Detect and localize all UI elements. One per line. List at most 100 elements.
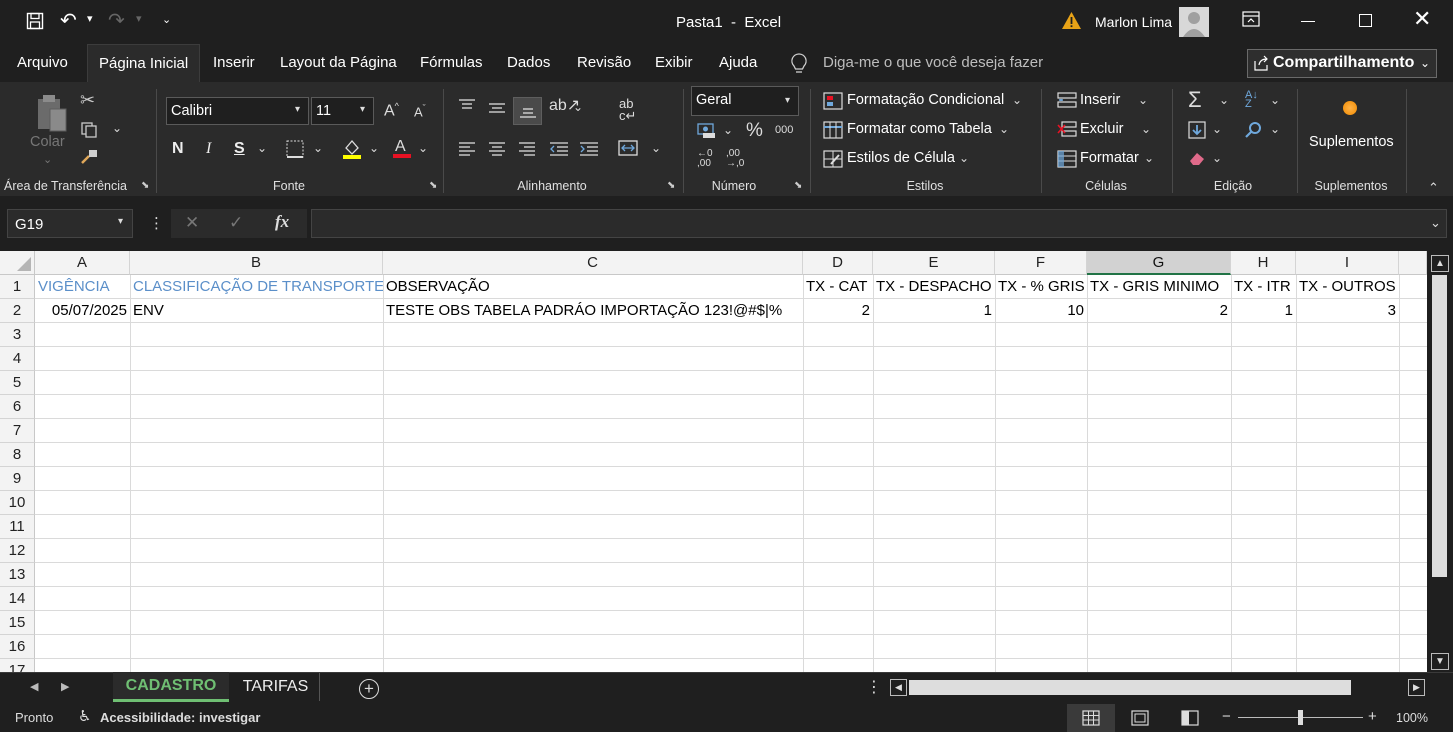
scroll-left-icon[interactable]: ◀ — [890, 679, 907, 696]
share-button[interactable]: Compartilhamento ⌄ — [1247, 49, 1437, 78]
row-header-9[interactable]: 9 — [0, 467, 35, 491]
chevron-down-icon[interactable]: ⌄ — [959, 152, 969, 164]
avatar[interactable] — [1179, 7, 1209, 37]
row-header-1[interactable]: 1 — [0, 275, 35, 299]
conditional-formatting-label[interactable]: Formatação Condicional — [847, 92, 1004, 108]
accounting-dropdown-icon[interactable]: ⌄ — [723, 124, 733, 136]
redo-dropdown-icon[interactable]: ▾ — [136, 14, 142, 25]
clipboard-launcher-icon[interactable]: ⬊ — [141, 181, 149, 191]
tab-formulas[interactable]: Fórmulas — [409, 44, 494, 82]
user-name[interactable]: Marlon Lima — [1095, 14, 1172, 30]
row-header-17[interactable]: 17 — [0, 659, 35, 672]
next-sheet-icon[interactable]: ▶ — [61, 682, 69, 693]
cell-h2[interactable]: 1 — [1231, 299, 1296, 323]
accessibility-status[interactable]: Acessibilidade: investigar — [100, 710, 260, 725]
row-header-8[interactable]: 8 — [0, 443, 35, 467]
row-header-16[interactable]: 16 — [0, 635, 35, 659]
chevron-down-icon[interactable]: ⌄ — [1141, 123, 1151, 135]
cell-b2[interactable]: ENV — [130, 299, 383, 323]
font-name-dropdown[interactable]: Calibri ▾ — [166, 97, 309, 125]
cell-c2[interactable]: TESTE OBS TABELA PADRÁO IMPORTAÇÃO 123!@… — [383, 299, 803, 323]
tab-layout-da-pagina[interactable]: Layout da Página — [269, 44, 408, 82]
cell-e2[interactable]: 1 — [873, 299, 995, 323]
more-options-icon[interactable]: ⋮ — [149, 216, 164, 231]
column-header-g[interactable]: G — [1087, 251, 1231, 275]
tab-inserir[interactable]: Inserir — [202, 44, 266, 82]
row-header-12[interactable]: 12 — [0, 539, 35, 563]
enter-icon[interactable]: ✓ — [229, 214, 243, 231]
comma-style-button[interactable]: 000 — [775, 124, 793, 136]
chevron-down-icon[interactable]: ⌄ — [1012, 94, 1022, 106]
page-break-view-icon[interactable] — [1181, 710, 1199, 729]
sheet-tab-tarifas[interactable]: TARIFAS — [232, 673, 320, 701]
sheet-options-icon[interactable]: ⋮ — [866, 680, 882, 696]
normal-view-button[interactable] — [1067, 704, 1115, 732]
orientation-dropdown-icon[interactable]: ⌄ — [573, 101, 583, 113]
cell-i1[interactable]: TX - OUTROS — [1296, 275, 1399, 299]
chevron-down-icon[interactable]: ⌄ — [999, 123, 1009, 135]
align-bottom-button[interactable] — [513, 97, 542, 125]
delete-cells-icon[interactable] — [1057, 121, 1077, 142]
collapse-ribbon-icon[interactable]: ⌃ — [1428, 181, 1439, 194]
expand-formula-icon[interactable]: ⌄ — [1430, 215, 1441, 231]
align-center-icon[interactable] — [488, 142, 506, 159]
clear-dropdown-icon[interactable]: ⌄ — [1212, 152, 1222, 164]
copy-dropdown-icon[interactable]: ⌄ — [112, 122, 122, 134]
tab-pagina-inicial[interactable]: Página Inicial — [87, 44, 201, 82]
cell-styles-label[interactable]: Estilos de Célula — [847, 150, 955, 166]
previous-sheet-icon[interactable]: ◀ — [30, 682, 38, 693]
font-size-dropdown[interactable]: 11 ▾ — [311, 97, 374, 125]
minimize-icon[interactable] — [1301, 21, 1315, 22]
paste-button[interactable]: Colar ⌄ — [28, 91, 72, 173]
find-select-icon[interactable] — [1245, 121, 1263, 142]
row-header-13[interactable]: 13 — [0, 563, 35, 587]
row-header-7[interactable]: 7 — [0, 419, 35, 443]
zoom-in-icon[interactable]: + — [1368, 709, 1377, 724]
chevron-down-icon[interactable]: ⌄ — [1144, 152, 1154, 164]
tell-me-search[interactable]: Diga-me o que você deseja fazer — [823, 54, 1043, 71]
merge-dropdown-icon[interactable]: ⌄ — [651, 142, 661, 154]
vertical-scrollbar[interactable]: ▲ ▼ — [1427, 251, 1453, 672]
autosum-dropdown-icon[interactable]: ⌄ — [1219, 94, 1229, 106]
tab-revisao[interactable]: Revisão — [566, 44, 642, 82]
align-top-icon[interactable] — [458, 99, 476, 116]
page-layout-view-icon[interactable] — [1131, 710, 1149, 729]
accounting-format-icon[interactable] — [697, 121, 717, 142]
row-header-2[interactable]: 2 — [0, 299, 35, 323]
underline-dropdown-icon[interactable]: ⌄ — [257, 142, 267, 154]
redo-icon[interactable]: ↷ — [108, 11, 125, 31]
row-header-15[interactable]: 15 — [0, 611, 35, 635]
scroll-thumb[interactable] — [1432, 275, 1447, 577]
underline-button[interactable]: S — [234, 140, 245, 158]
alignment-launcher-icon[interactable]: ⬊ — [667, 181, 675, 191]
cell-e1[interactable]: TX - DESPACHO — [873, 275, 995, 299]
sheet-tab-cadastro[interactable]: CADASTRO — [113, 672, 229, 702]
number-launcher-icon[interactable]: ⬊ — [794, 181, 802, 191]
cell-a1[interactable]: VIGÊNCIA — [35, 275, 130, 299]
cell-i2[interactable]: 3 — [1296, 299, 1399, 323]
close-icon[interactable]: ✕ — [1413, 8, 1431, 30]
delete-cells-label[interactable]: Excluir — [1080, 121, 1124, 137]
wrap-text-icon[interactable]: ab c↵ — [619, 97, 636, 122]
cell-a2[interactable]: 05/07/2025 — [35, 299, 130, 323]
borders-dropdown-icon[interactable]: ⌄ — [313, 142, 323, 154]
column-header-j[interactable] — [1399, 251, 1427, 275]
shrink-font-icon[interactable]: Aˇ — [414, 104, 426, 119]
save-icon[interactable] — [26, 12, 44, 33]
horizontal-scrollbar[interactable]: ◀ ▶ — [889, 678, 1427, 698]
italic-button[interactable]: I — [206, 140, 211, 158]
column-header-h[interactable]: H — [1231, 251, 1296, 275]
column-header-e[interactable]: E — [873, 251, 995, 275]
cell-f1[interactable]: TX - % GRIS — [995, 275, 1087, 299]
fill-color-dropdown-icon[interactable]: ⌄ — [369, 142, 379, 154]
tab-exibir[interactable]: Exibir — [644, 44, 704, 82]
zoom-level[interactable]: 100% — [1396, 711, 1428, 725]
align-left-icon[interactable] — [458, 142, 476, 159]
spreadsheet-grid[interactable]: A B C D E F G H I 1 2 3 4 5 6 7 8 9 10 1… — [0, 251, 1427, 672]
fill-icon[interactable] — [1188, 121, 1206, 142]
zoom-slider-thumb[interactable] — [1298, 710, 1303, 725]
sort-filter-dropdown-icon[interactable]: ⌄ — [1270, 94, 1280, 106]
format-cells-label[interactable]: Formatar — [1080, 150, 1139, 166]
accessibility-icon[interactable]: ♿ — [78, 709, 91, 724]
row-header-6[interactable]: 6 — [0, 395, 35, 419]
